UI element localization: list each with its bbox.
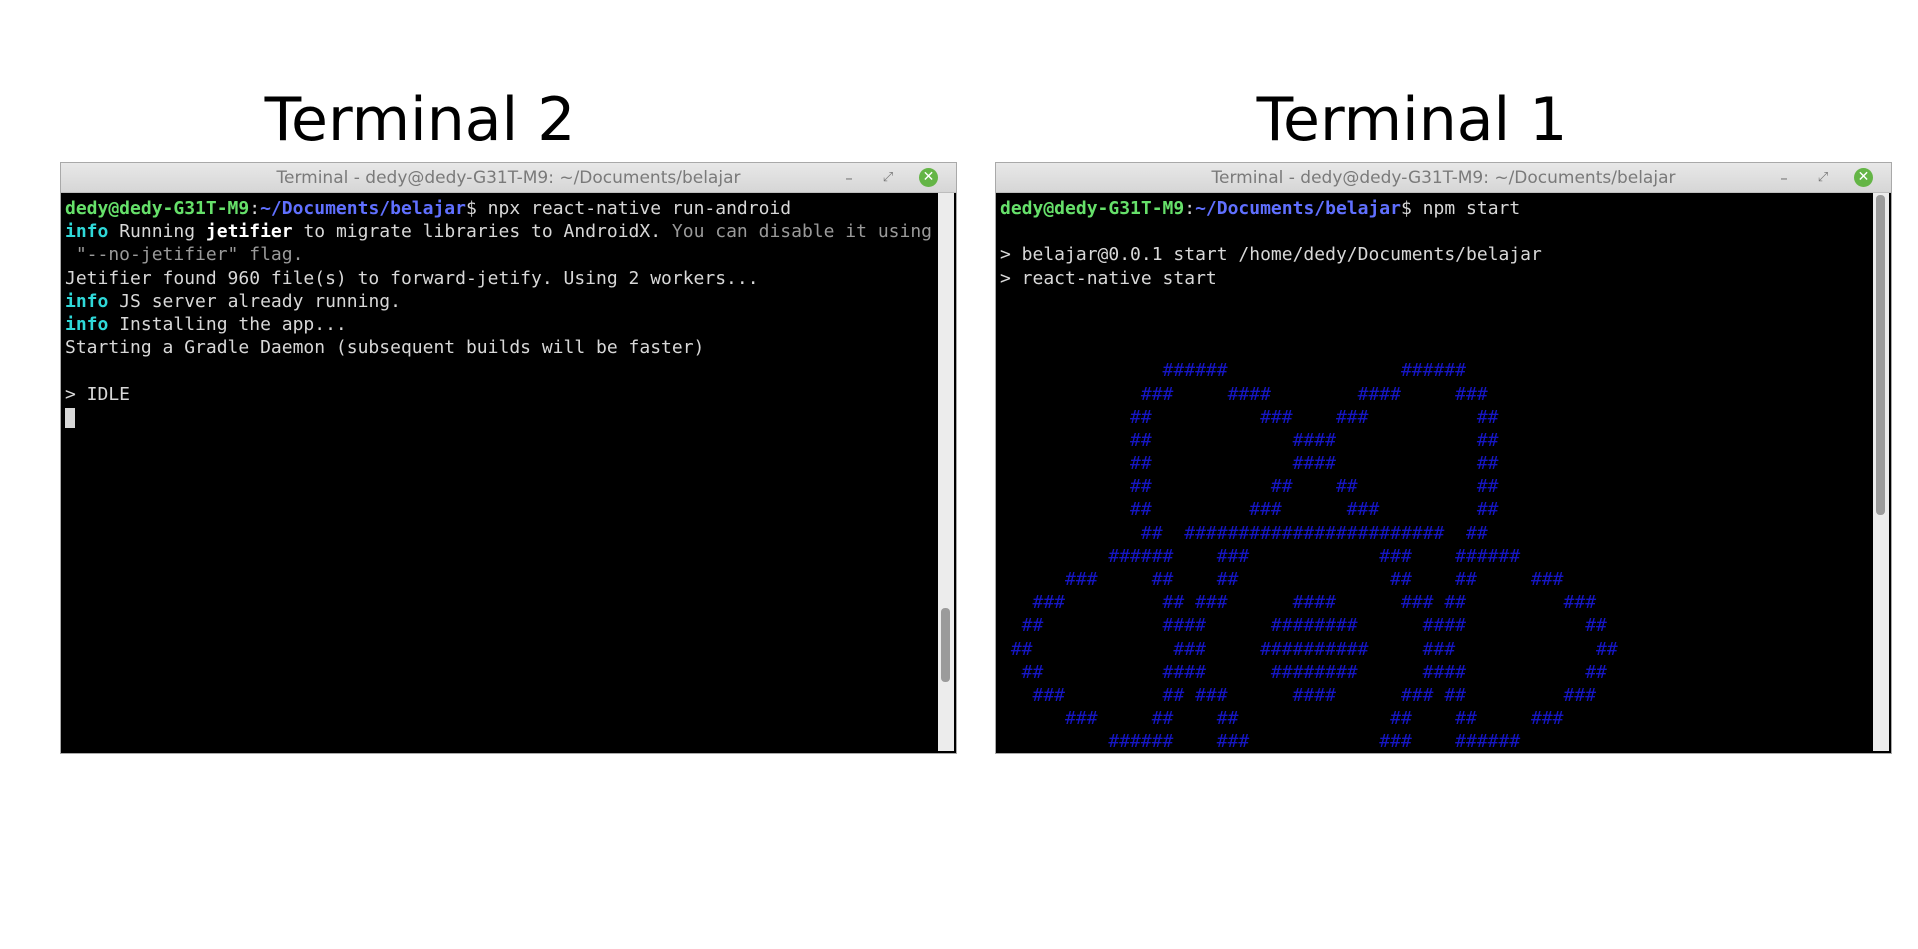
command-text: npm start (1422, 198, 1521, 219)
ascii-logo-line: ## ## ## ## (1000, 476, 1499, 498)
output-text: Running (108, 221, 206, 243)
maximize-icon[interactable]: ⤢ (1813, 168, 1833, 188)
ascii-logo-line: ###### ###### (1000, 360, 1466, 382)
prompt-path: ~/Documents/belajar (1195, 198, 1401, 219)
ascii-logo-line: ## #### ## (1000, 429, 1499, 451)
minimize-icon[interactable]: – (839, 168, 859, 188)
ascii-logo-line: ## ######################## ## (1000, 522, 1488, 544)
ascii-logo-line: ## #### ######## #### ## (1000, 615, 1607, 637)
text-cursor (65, 407, 75, 428)
output-line: Jetifier found 960 file(s) to forward-je… (65, 267, 759, 289)
output-line: info JS server already running. (65, 290, 933, 313)
prompt-line: dedy@dedy-G31T-M9:~/Documents/belajar$ n… (1000, 197, 1868, 220)
scrollbar-thumb[interactable] (1876, 195, 1885, 515)
output-text: JS server already running. (108, 290, 401, 312)
terminal-window-2[interactable]: Terminal - dedy@dedy-G31T-M9: ~/Document… (60, 162, 957, 754)
terminal-2-titlebar[interactable]: Terminal - dedy@dedy-G31T-M9: ~/Document… (61, 163, 956, 193)
ascii-logo-line: ### #### #### ### (1000, 383, 1488, 405)
caption-terminal-2: Terminal 2 (264, 85, 576, 155)
output-line: info Installing the app... (65, 313, 933, 336)
ascii-logo-line: ## #### ######## #### ## (1000, 661, 1607, 683)
prompt-path: ~/Documents/belajar (260, 198, 466, 219)
ascii-logo-line: ## #### ## (1000, 453, 1499, 475)
terminal-2-output[interactable]: dedy@dedy-G31T-M9:~/Documents/belajar$ n… (63, 193, 936, 751)
window-title: Terminal - dedy@dedy-G31T-M9: ~/Document… (276, 168, 741, 188)
command-text: npx react-native run-android (487, 198, 792, 219)
cursor-line (65, 406, 933, 429)
ascii-logo-line: ### ## ## ## ## ### (1000, 708, 1564, 730)
ascii-logo-line: ###### ### ### ###### (1000, 545, 1521, 567)
terminal-1-titlebar[interactable]: Terminal - dedy@dedy-G31T-M9: ~/Document… (996, 163, 1891, 193)
scrollbar-thumb[interactable] (941, 608, 950, 682)
terminal-1-output[interactable]: dedy@dedy-G31T-M9:~/Documents/belajar$ n… (998, 193, 1871, 751)
prompt-separator: : (1184, 198, 1196, 219)
output-dim-text: You can disable it using (661, 221, 933, 243)
ascii-logo-line: ### ## ### #### ### ## ### (1000, 684, 1597, 706)
prompt-symbol: $ (1400, 198, 1423, 219)
close-icon[interactable]: ✕ (1854, 168, 1873, 187)
ascii-logo-line: ### ## ### #### ### ## ### (1000, 592, 1597, 614)
prompt-line: dedy@dedy-G31T-M9:~/Documents/belajar$ n… (65, 197, 933, 220)
react-native-ascii-logo: ###### ###### ### #### #### ### ## ### #… (1000, 359, 1868, 751)
ascii-logo-line: ###### ### ### ###### (1000, 731, 1521, 751)
info-tag: info (65, 313, 109, 335)
scrollbar[interactable] (938, 193, 954, 751)
caption-terminal-1: Terminal 1 (1256, 85, 1568, 155)
output-line: "--no-jetifier" flag. (65, 244, 304, 266)
ascii-logo-line: ## ### ########## ### ## (1000, 638, 1618, 660)
info-tag: info (65, 290, 109, 312)
output-text: to migrate libraries to AndroidX. (292, 221, 662, 243)
output-line: info Running jetifier to migrate librari… (65, 220, 933, 243)
output-line: > react-native start (1000, 267, 1217, 289)
output-text: Installing the app... (108, 313, 347, 335)
minimize-icon[interactable]: – (1774, 168, 1794, 188)
ascii-logo-line: ## ### ### ## (1000, 499, 1499, 521)
scrollbar[interactable] (1873, 193, 1889, 751)
prompt-user: dedy@dedy-G31T-M9 (1000, 198, 1185, 219)
close-icon[interactable]: ✕ (919, 168, 938, 187)
info-tag: info (65, 221, 109, 243)
terminal-window-1[interactable]: Terminal - dedy@dedy-G31T-M9: ~/Document… (995, 162, 1892, 754)
prompt-separator: : (249, 198, 261, 219)
prompt-symbol: $ (465, 198, 488, 219)
window-title: Terminal - dedy@dedy-G31T-M9: ~/Document… (1211, 168, 1676, 188)
output-line: > IDLE (65, 383, 131, 405)
prompt-user: dedy@dedy-G31T-M9 (65, 198, 250, 219)
output-bold-text: jetifier (205, 221, 293, 243)
output-line: > belajar@0.0.1 start /home/dedy/Documen… (1000, 244, 1542, 266)
output-line: Starting a Gradle Daemon (subsequent bui… (65, 337, 705, 359)
maximize-icon[interactable]: ⤢ (878, 168, 898, 188)
ascii-logo-line: ## ### ### ## (1000, 406, 1499, 428)
ascii-logo-line: ### ## ## ## ## ### (1000, 569, 1564, 590)
